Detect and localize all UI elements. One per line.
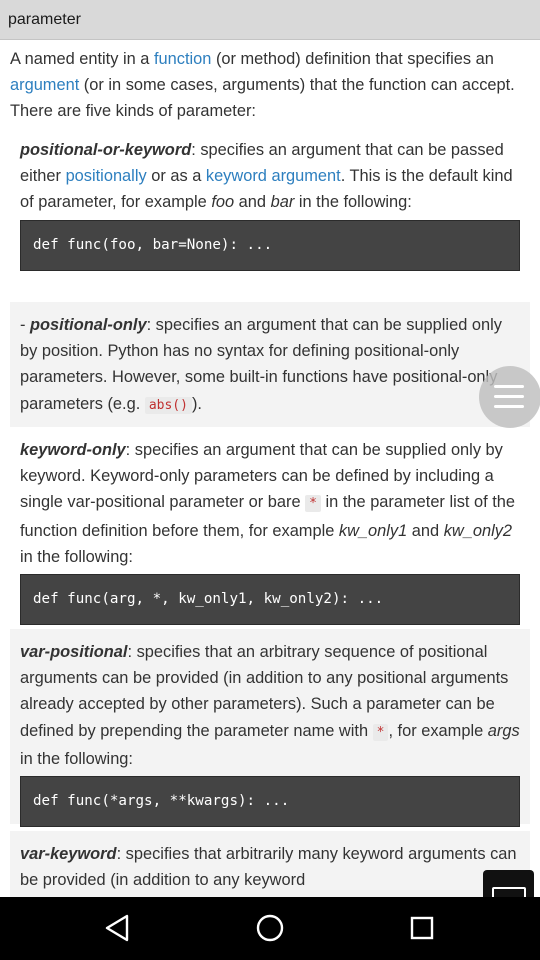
intro-text: A named entity in a <box>10 50 154 68</box>
item-keyword-only: keyword-only: specifies an argument that… <box>10 427 530 626</box>
term-label: keyword-only <box>20 441 126 459</box>
item-positional-only: - positional-only: specifies an argument… <box>10 302 530 427</box>
intro-text: (or in some cases, arguments) that the f… <box>10 76 515 121</box>
term-label: var-keyword <box>20 845 117 863</box>
em-text: kw_only2 <box>443 521 513 540</box>
item-text: in the following: <box>20 749 133 768</box>
positionally-link[interactable]: positionally <box>66 167 147 185</box>
item-text: or as a <box>146 167 206 186</box>
item-description: - positional-only: specifies an argument… <box>20 312 520 419</box>
em-text: bar <box>270 193 295 212</box>
page-title: parameter <box>8 11 81 28</box>
item-text: and <box>407 521 444 540</box>
item-text: , for example <box>388 721 488 740</box>
item-description: var-positional: specifies that an arbitr… <box>20 639 520 772</box>
item-text: and <box>234 193 271 212</box>
item-positional-or-keyword: positional-or-keyword: specifies an argu… <box>10 127 530 271</box>
code-block: def func(arg, *, kw_only1, kw_only2): ..… <box>20 574 520 626</box>
inline-code: abs() <box>144 396 192 414</box>
recents-square-icon <box>410 916 434 940</box>
inline-code: * <box>372 723 389 741</box>
em-text: foo <box>211 193 235 212</box>
code-block: def func(*args, **kwargs): ... <box>20 776 520 828</box>
term-label: positional-only <box>30 316 147 334</box>
home-circle-icon <box>256 914 284 942</box>
window-toggle-button[interactable] <box>483 870 534 903</box>
home-button[interactable] <box>238 897 302 960</box>
item-description: keyword-only: specifies an argument that… <box>20 437 520 570</box>
item-text: - <box>20 316 31 334</box>
argument-link[interactable]: argument <box>10 76 79 94</box>
term-label: positional-or-keyword <box>20 141 192 159</box>
menu-button[interactable] <box>479 366 540 428</box>
page-title-bar: parameter <box>0 0 540 40</box>
glossary-content[interactable]: A named entity in a function (or method)… <box>0 40 540 897</box>
function-link[interactable]: function <box>154 50 211 68</box>
item-var-keyword: var-keyword: specifies that arbitrarily … <box>10 831 530 897</box>
term-label: var-positional <box>20 643 128 661</box>
code-block: def func(foo, bar=None): ... <box>20 219 520 271</box>
item-description: var-keyword: specifies that arbitrarily … <box>20 841 520 893</box>
inline-code: * <box>305 495 321 513</box>
item-text: in the following: <box>20 547 133 566</box>
em-text: kw_only1 <box>338 521 408 540</box>
item-text: in the following: <box>294 193 412 212</box>
item-description: positional-or-keyword: specifies an argu… <box>20 137 520 216</box>
back-button[interactable] <box>86 897 150 960</box>
intro-text: (or method) definition that specifies an <box>211 50 494 68</box>
recents-button[interactable] <box>390 897 454 960</box>
em-text: args <box>487 721 520 740</box>
back-triangle-icon <box>105 914 129 942</box>
item-var-positional: var-positional: specifies that an arbitr… <box>10 629 530 828</box>
item-text: ). <box>191 394 202 413</box>
intro-paragraph: A named entity in a function (or method)… <box>10 46 530 125</box>
keyword-argument-link[interactable]: keyword argument <box>206 167 341 185</box>
system-navigation-bar <box>0 897 540 960</box>
